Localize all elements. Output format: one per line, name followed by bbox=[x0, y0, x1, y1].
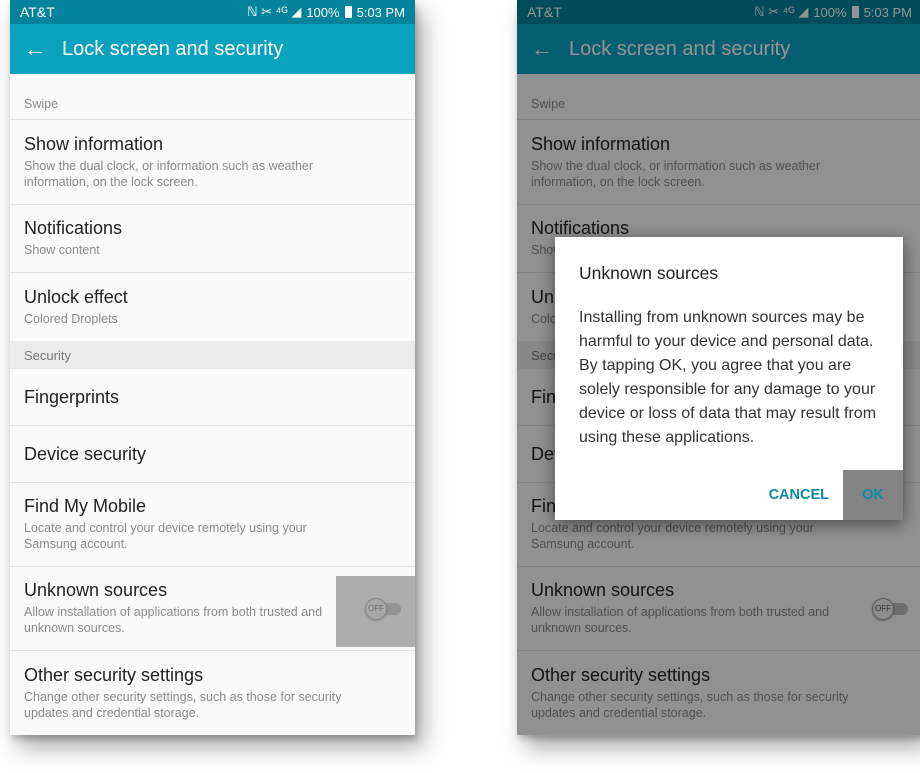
item-sub: Change other security settings, such as … bbox=[24, 689, 342, 720]
page-title: Lock screen and security bbox=[62, 37, 284, 60]
status-symbol-icons: ℕ ✂ ⁴ᴳ ◢ bbox=[247, 4, 302, 19]
list-item-find-my-mobile[interactable]: Find My Mobile Locate and control your d… bbox=[10, 483, 415, 567]
item-sub: Show the dual clock, or information such… bbox=[24, 158, 314, 189]
phone-screen-left: AT&T ℕ ✂ ⁴ᴳ ◢ 100% 5:03 PM ← Lock screen… bbox=[10, 0, 415, 735]
tap-highlight bbox=[336, 576, 415, 647]
item-title: Other security settings bbox=[24, 664, 204, 685]
list-item-swipe[interactable]: Swipe bbox=[10, 74, 415, 120]
list-item-show-information[interactable]: Show information Show the dual clock, or… bbox=[10, 120, 415, 205]
item-title: Unlock effect bbox=[24, 286, 128, 307]
list-item-fingerprints[interactable]: Fingerprints bbox=[10, 369, 415, 426]
app-bar: ← Lock screen and security bbox=[10, 24, 415, 74]
item-title: Fingerprints bbox=[24, 386, 120, 407]
dialog-buttons: CANCEL OK bbox=[755, 470, 903, 520]
item-sub: Show content bbox=[24, 243, 100, 258]
section-header-security: Security bbox=[10, 341, 415, 369]
ok-button[interactable]: OK bbox=[843, 470, 903, 520]
list-item-notifications[interactable]: Notifications Show content bbox=[10, 205, 415, 273]
unknown-sources-dialog: Unknown sources Installing from unknown … bbox=[555, 237, 903, 520]
arrow-left-icon[interactable]: ← bbox=[24, 38, 46, 60]
list-item-unlock-effect[interactable]: Unlock effect Colored Droplets bbox=[10, 273, 415, 341]
list-item-device-security[interactable]: Device security bbox=[10, 426, 415, 483]
status-icons: ℕ ✂ ⁴ᴳ ◢ 100% 5:03 PM bbox=[247, 4, 405, 20]
cancel-button[interactable]: CANCEL bbox=[755, 470, 843, 520]
carrier-label: AT&T bbox=[20, 4, 55, 20]
item-title: Notifications bbox=[24, 218, 123, 239]
list-item-other-security-settings[interactable]: Other security settings Change other sec… bbox=[10, 651, 415, 735]
item-title: Show information bbox=[24, 133, 164, 154]
battery-icon bbox=[344, 6, 352, 18]
dialog-message: Installing from unknown sources may be h… bbox=[579, 309, 877, 446]
item-title: Device security bbox=[24, 443, 147, 464]
item-sub: Colored Droplets bbox=[24, 311, 118, 326]
battery-percent: 100% bbox=[306, 4, 340, 20]
item-title: Find My Mobile bbox=[24, 496, 147, 517]
status-bar: AT&T ℕ ✂ ⁴ᴳ ◢ 100% 5:03 PM bbox=[10, 0, 415, 24]
item-sub: Swipe bbox=[24, 97, 59, 112]
phone-screen-right: AT&T ℕ ✂ ⁴ᴳ ◢ 100% 5:03 PM ← Lock screen… bbox=[517, 0, 920, 735]
clock: 5:03 PM bbox=[356, 4, 405, 20]
item-sub: Locate and control your device remotely … bbox=[24, 521, 307, 551]
dialog-title: Unknown sources bbox=[579, 263, 719, 283]
